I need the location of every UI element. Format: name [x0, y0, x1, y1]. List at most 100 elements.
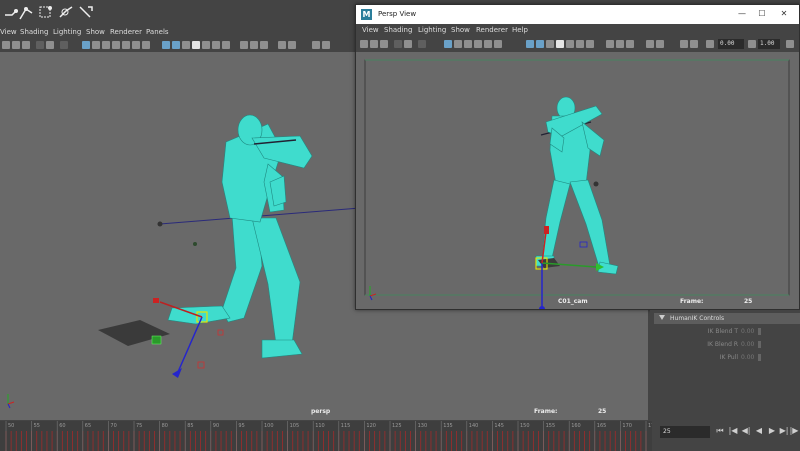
step-back-frame-button[interactable]: ◀| [741, 425, 751, 437]
ik-blend-r-slider[interactable] [758, 341, 761, 348]
xray-icon[interactable] [616, 40, 624, 48]
step-forward-key-button[interactable]: |▶ [789, 425, 799, 437]
grease-pencil-icon[interactable] [60, 41, 68, 49]
ik-pull-value[interactable]: 0.00 [741, 354, 754, 361]
lights-icon[interactable] [566, 40, 574, 48]
ik-blend-t-slider[interactable] [758, 328, 761, 335]
resolution-gate-icon[interactable] [102, 41, 110, 49]
xray-icon[interactable] [250, 41, 258, 49]
textured-icon[interactable] [556, 40, 564, 48]
safe-action-icon[interactable] [494, 40, 502, 48]
bookmark-icon[interactable] [22, 41, 30, 49]
safe-title-icon[interactable] [142, 41, 150, 49]
gamma-field-icon[interactable] [748, 40, 756, 48]
xray-joints-icon[interactable] [260, 41, 268, 49]
menu-show[interactable]: Show [86, 28, 105, 36]
menu-help[interactable]: Help [512, 26, 528, 34]
gamma-field[interactable]: 1.00 [758, 39, 780, 49]
humanik-header[interactable]: HumanIK Controls [654, 313, 800, 324]
wireframe-on-shaded-icon[interactable] [182, 41, 190, 49]
play-forwards-button[interactable]: ▶ [767, 425, 777, 437]
ik-blend-t-value[interactable]: 0.00 [741, 328, 754, 335]
play-backwards-button[interactable]: ◀ [754, 425, 764, 437]
menu-lighting[interactable]: Lighting [53, 28, 81, 36]
constraint-icon[interactable] [76, 3, 96, 23]
step-forward-frame-button[interactable]: ▶| [779, 425, 789, 437]
menu-shading[interactable]: Shading [20, 28, 48, 36]
view-transform-icon[interactable] [786, 40, 794, 48]
wireframe-icon[interactable] [162, 41, 170, 49]
color-management-icon[interactable] [690, 40, 698, 48]
paint-weights-icon[interactable] [56, 3, 76, 23]
textured-icon[interactable] [192, 41, 200, 49]
shadows-icon[interactable] [212, 41, 220, 49]
ik-blend-r-value[interactable]: 0.00 [741, 341, 754, 348]
grid-icon[interactable] [444, 40, 452, 48]
menu-renderer[interactable]: Renderer [110, 28, 142, 36]
two-d-pan-icon[interactable] [46, 41, 54, 49]
safe-action-icon[interactable] [132, 41, 140, 49]
resolution-gate-icon[interactable] [464, 40, 472, 48]
bind-skin-icon[interactable] [36, 3, 56, 23]
smooth-shade-icon[interactable] [536, 40, 544, 48]
isolate-select-icon[interactable] [606, 40, 614, 48]
lock-camera-icon[interactable] [370, 40, 378, 48]
tick-label: 90 [212, 423, 220, 429]
minimize-button[interactable]: — [734, 8, 750, 20]
color-management-icon[interactable] [322, 41, 330, 49]
menu-panels[interactable]: Panels [146, 28, 169, 36]
shadows-icon[interactable] [576, 40, 584, 48]
menu-lighting[interactable]: Lighting [418, 26, 446, 34]
gamma-icon[interactable] [680, 40, 688, 48]
depth-of-field-icon[interactable] [656, 40, 664, 48]
gamma-icon[interactable] [312, 41, 320, 49]
bookmark-icon[interactable] [380, 40, 388, 48]
step-back-key-button[interactable]: |◀ [728, 425, 738, 437]
ambient-occlusion-icon[interactable] [222, 41, 230, 49]
wireframe-on-shaded-icon[interactable] [546, 40, 554, 48]
menu-view[interactable]: View [0, 28, 17, 36]
go-to-start-button[interactable]: ⏮ [715, 425, 725, 437]
collapse-arrow-icon[interactable] [659, 315, 665, 320]
grid-icon[interactable] [82, 41, 90, 49]
image-plane-icon[interactable] [36, 41, 44, 49]
two-d-pan-icon[interactable] [404, 40, 412, 48]
gate-mask-icon[interactable] [474, 40, 482, 48]
menu-shading[interactable]: Shading [384, 26, 412, 34]
time-slider[interactable]: 50 55 60 65 70 75 80 85 90 95 100 105 110 115 120 125 13… [0, 421, 652, 451]
antialiasing-icon[interactable] [278, 41, 286, 49]
film-gate-icon[interactable] [92, 41, 100, 49]
isolate-select-icon[interactable] [240, 41, 248, 49]
maximize-button[interactable]: ☐ [754, 8, 770, 20]
close-button[interactable]: ✕ [776, 8, 792, 20]
film-gate-icon[interactable] [454, 40, 462, 48]
gate-mask-icon[interactable] [112, 41, 120, 49]
wireframe-icon[interactable] [526, 40, 534, 48]
image-plane-icon[interactable] [394, 40, 402, 48]
depth-of-field-icon[interactable] [288, 41, 296, 49]
persp-view-window[interactable]: M Persp View — ☐ ✕ View Shading Lighting… [355, 4, 800, 310]
lock-camera-icon[interactable] [12, 41, 20, 49]
smooth-shade-icon[interactable] [172, 41, 180, 49]
exposure-icon[interactable] [706, 40, 714, 48]
menu-renderer[interactable]: Renderer [476, 26, 508, 34]
xray-joints-icon[interactable] [626, 40, 634, 48]
menu-show[interactable]: Show [451, 26, 470, 34]
lights-icon[interactable] [202, 41, 210, 49]
grease-pencil-icon[interactable] [418, 40, 426, 48]
exposure-field[interactable]: 0.00 [718, 39, 744, 49]
select-camera-icon[interactable] [2, 41, 10, 49]
tick-label: 140 [468, 423, 479, 429]
persp-viewport[interactable]: C01_cam Frame: 25 [356, 52, 799, 309]
field-chart-icon[interactable] [122, 41, 130, 49]
select-camera-icon[interactable] [360, 40, 368, 48]
field-chart-icon[interactable] [484, 40, 492, 48]
current-frame-field[interactable]: 25 [660, 426, 710, 438]
persp-titlebar[interactable]: M Persp View — ☐ ✕ [356, 5, 799, 24]
ambient-occlusion-icon[interactable] [586, 40, 594, 48]
tick-label: 75 [136, 423, 143, 429]
ik-pull-slider[interactable] [758, 354, 761, 361]
ik-handle-icon[interactable] [16, 3, 36, 23]
menu-view[interactable]: View [362, 26, 379, 34]
antialiasing-icon[interactable] [646, 40, 654, 48]
